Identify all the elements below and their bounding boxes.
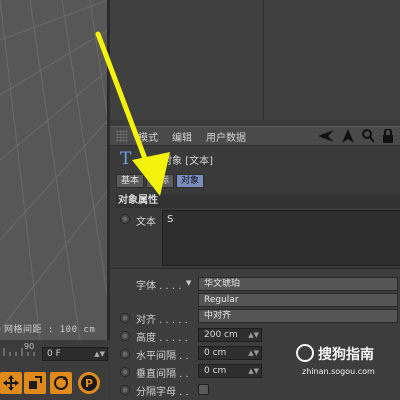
rotate-tool-icon[interactable] [50, 372, 72, 394]
align-select[interactable]: 中对齐 [198, 309, 398, 323]
svg-text:P: P [85, 377, 93, 390]
height-label: 高度 . . . . . [136, 333, 188, 344]
3d-viewport[interactable]: 网格间距 : 100 cm [0, 0, 108, 340]
object-title: 对象 [文本] [162, 155, 213, 167]
stepper-icon[interactable]: ▲▼ [94, 348, 105, 360]
font-name-value: 华文琥珀 [204, 279, 241, 289]
h-spacing-value: 0 cm [204, 348, 227, 358]
h-spacing-animate-radio[interactable] [120, 349, 130, 359]
font-style-field[interactable]: Regular [198, 293, 398, 307]
frame-value: 0 F [47, 349, 61, 359]
menu-mode[interactable]: 模式 [138, 129, 158, 144]
stepper-icon[interactable]: ▲▼ [248, 365, 259, 377]
text-animate-radio[interactable] [120, 214, 130, 224]
text-properties: 字体 . . . . ▼ 华文琥珀 Regular 对齐 . . . . . 中… [110, 268, 400, 400]
lock-icon[interactable] [382, 129, 394, 143]
tab-basic[interactable]: 基本 [116, 174, 145, 188]
watermark-url: zhinan.sogou.com [302, 367, 375, 376]
stepper-icon[interactable]: ▲▼ [248, 347, 259, 359]
attribute-tabs: 基本 坐标 对象 [116, 174, 205, 188]
object-manager-panel[interactable] [110, 0, 400, 120]
sogou-logo-icon [296, 344, 314, 362]
v-spacing-field[interactable]: 0 cm ▲▼ [198, 364, 262, 378]
search-icon[interactable] [362, 129, 374, 143]
tab-coordinates[interactable]: 坐标 [146, 174, 175, 188]
column-divider [263, 0, 264, 120]
height-value: 200 cm [204, 330, 238, 340]
font-label: 字体 . . . . [136, 281, 182, 292]
menu-user-data[interactable]: 用户数据 [206, 129, 246, 144]
menu-edit[interactable]: 编辑 [172, 129, 192, 144]
separate-animate-radio[interactable] [120, 385, 130, 395]
ruler-frame-number: 90 [24, 342, 35, 351]
cursor-icon[interactable] [342, 129, 354, 143]
tab-object[interactable]: 对象 [176, 174, 205, 188]
watermark: 搜狗指南 zhinan.sogou.com [296, 340, 400, 380]
menu-tools [318, 129, 394, 143]
grid-spacing-readout: 网格间距 : 100 cm [4, 325, 96, 335]
separate-letters-label: 分隔字母 . . [136, 387, 189, 398]
section-header-object-properties: 对象属性 [116, 194, 400, 208]
separate-letters-checkbox[interactable] [198, 384, 209, 395]
object-title-row: T 对象 [文本] [110, 148, 400, 170]
height-field[interactable]: 200 cm ▲▼ [198, 328, 262, 342]
stepper-icon[interactable]: ▲▼ [248, 329, 259, 341]
text-property-row: 文本 S [116, 210, 400, 266]
v-spacing-animate-radio[interactable] [120, 367, 130, 377]
viewport-grid [0, 0, 107, 340]
move-tool-icon[interactable] [0, 372, 22, 394]
align-animate-radio[interactable] [120, 313, 130, 323]
h-spacing-label: 水平间隔 . . [136, 351, 189, 362]
font-name-field[interactable]: 华文琥珀 [198, 277, 398, 291]
scale-tool-icon[interactable] [24, 372, 46, 394]
watermark-brand: 搜狗指南 [318, 347, 374, 363]
height-animate-radio[interactable] [120, 331, 130, 341]
current-frame-field[interactable]: 0 F ▲▼ [42, 347, 108, 361]
back-arrow-icon[interactable] [318, 130, 334, 142]
text-label: 文本 [136, 217, 156, 228]
font-style-value: Regular [204, 295, 239, 305]
attribute-menu-bar: 模式 编辑 用户数据 [110, 126, 400, 146]
font-dropdown-icon[interactable]: ▼ [186, 279, 191, 287]
text-input[interactable]: S [162, 210, 400, 266]
text-object-icon: T [120, 149, 132, 169]
v-spacing-label: 垂直间隔 . . [136, 369, 189, 380]
align-label: 对齐 . . . . . [136, 315, 188, 326]
v-spacing-value: 0 cm [204, 366, 227, 376]
h-spacing-field[interactable]: 0 cm ▲▼ [198, 346, 262, 360]
panel-grip-icon[interactable] [116, 130, 128, 142]
parameter-p-icon[interactable]: P [78, 372, 100, 394]
align-value: 中对齐 [204, 311, 232, 321]
